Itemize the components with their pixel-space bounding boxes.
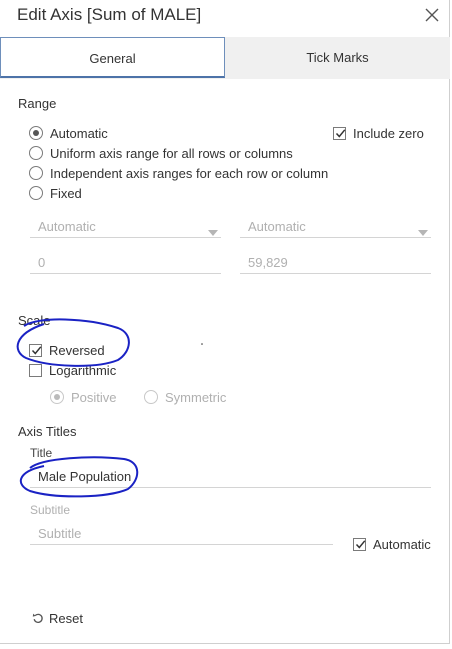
range-independent-radio[interactable]: Independent axis ranges for each row or … bbox=[29, 165, 328, 181]
subtitle-automatic-checkbox[interactable]: Automatic bbox=[353, 536, 431, 552]
range-start-input[interactable]: 0 bbox=[30, 252, 221, 274]
range-start-select[interactable]: Automatic bbox=[30, 216, 221, 238]
range-end-input[interactable]: 59,829 bbox=[240, 252, 431, 274]
range-uniform-radio[interactable]: Uniform axis range for all rows or colum… bbox=[29, 145, 293, 161]
checkbox-checked bbox=[353, 537, 366, 551]
range-start-select-value: Automatic bbox=[38, 219, 96, 234]
axis-subtitle-placeholder: Subtitle bbox=[38, 526, 82, 541]
range-section-label: Range bbox=[18, 96, 57, 111]
tab-tick-marks[interactable]: Tick Marks bbox=[225, 37, 450, 78]
reset-label: Reset bbox=[49, 610, 83, 626]
axis-titles-section-label: Axis Titles bbox=[18, 424, 77, 439]
range-start-value: 0 bbox=[38, 255, 46, 270]
scale-symmetric-radio[interactable]: Symmetric bbox=[144, 389, 226, 405]
radio-unselected bbox=[29, 186, 43, 200]
logarithmic-checkbox[interactable]: Logarithmic bbox=[29, 362, 116, 378]
radio-unselected bbox=[29, 146, 43, 160]
title-field-label: Title bbox=[30, 446, 53, 460]
axis-title-value: Male Population bbox=[38, 469, 132, 484]
chevron-down-icon bbox=[418, 223, 428, 241]
range-end-select-value: Automatic bbox=[248, 219, 306, 234]
radio-selected bbox=[29, 126, 43, 140]
radio-unselected bbox=[29, 166, 43, 180]
scale-positive-radio[interactable]: Positive bbox=[50, 389, 117, 405]
undo-icon bbox=[32, 613, 43, 623]
dialog-title: Edit Axis [Sum of MALE] bbox=[17, 5, 202, 24]
reversed-label: Reversed bbox=[49, 342, 105, 358]
include-zero-label: Include zero bbox=[353, 125, 424, 141]
checkbox-unchecked bbox=[29, 363, 42, 377]
annotation-dot bbox=[201, 343, 203, 345]
checkbox-checked bbox=[29, 343, 42, 357]
scale-positive-label: Positive bbox=[71, 389, 117, 405]
edit-axis-dialog: Edit Axis [Sum of MALE] General Tick Mar… bbox=[0, 0, 450, 644]
radio-unselected-disabled bbox=[144, 390, 158, 404]
range-automatic-radio[interactable]: Automatic bbox=[29, 125, 108, 141]
range-end-select[interactable]: Automatic bbox=[240, 216, 431, 238]
subtitle-field-label: Subtitle bbox=[30, 503, 71, 517]
range-end-value: 59,829 bbox=[248, 255, 288, 270]
axis-subtitle-input[interactable]: Subtitle bbox=[30, 523, 333, 545]
logarithmic-label: Logarithmic bbox=[49, 362, 117, 378]
scale-symmetric-label: Symmetric bbox=[165, 389, 227, 405]
dialog-titlebar: Edit Axis [Sum of MALE] bbox=[0, 0, 450, 32]
include-zero-checkbox[interactable]: Include zero bbox=[333, 125, 424, 141]
range-fixed-radio[interactable]: Fixed bbox=[29, 185, 82, 201]
tab-bar: General Tick Marks bbox=[0, 37, 450, 79]
axis-title-input[interactable]: Male Population bbox=[30, 466, 431, 488]
checkbox-checked bbox=[333, 126, 346, 140]
reversed-checkbox[interactable]: Reversed bbox=[29, 342, 105, 358]
range-fixed-label: Fixed bbox=[50, 185, 82, 201]
range-automatic-label: Automatic bbox=[50, 125, 108, 141]
chevron-down-icon bbox=[208, 223, 218, 241]
tab-general[interactable]: General bbox=[0, 37, 225, 78]
subtitle-automatic-label: Automatic bbox=[373, 536, 431, 552]
range-uniform-label: Uniform axis range for all rows or colum… bbox=[50, 145, 293, 161]
reset-button[interactable]: Reset bbox=[32, 609, 83, 627]
radio-selected-disabled bbox=[50, 390, 64, 404]
scale-section-label: Scale bbox=[18, 313, 51, 328]
close-icon[interactable] bbox=[424, 7, 440, 23]
range-independent-label: Independent axis ranges for each row or … bbox=[50, 165, 329, 181]
